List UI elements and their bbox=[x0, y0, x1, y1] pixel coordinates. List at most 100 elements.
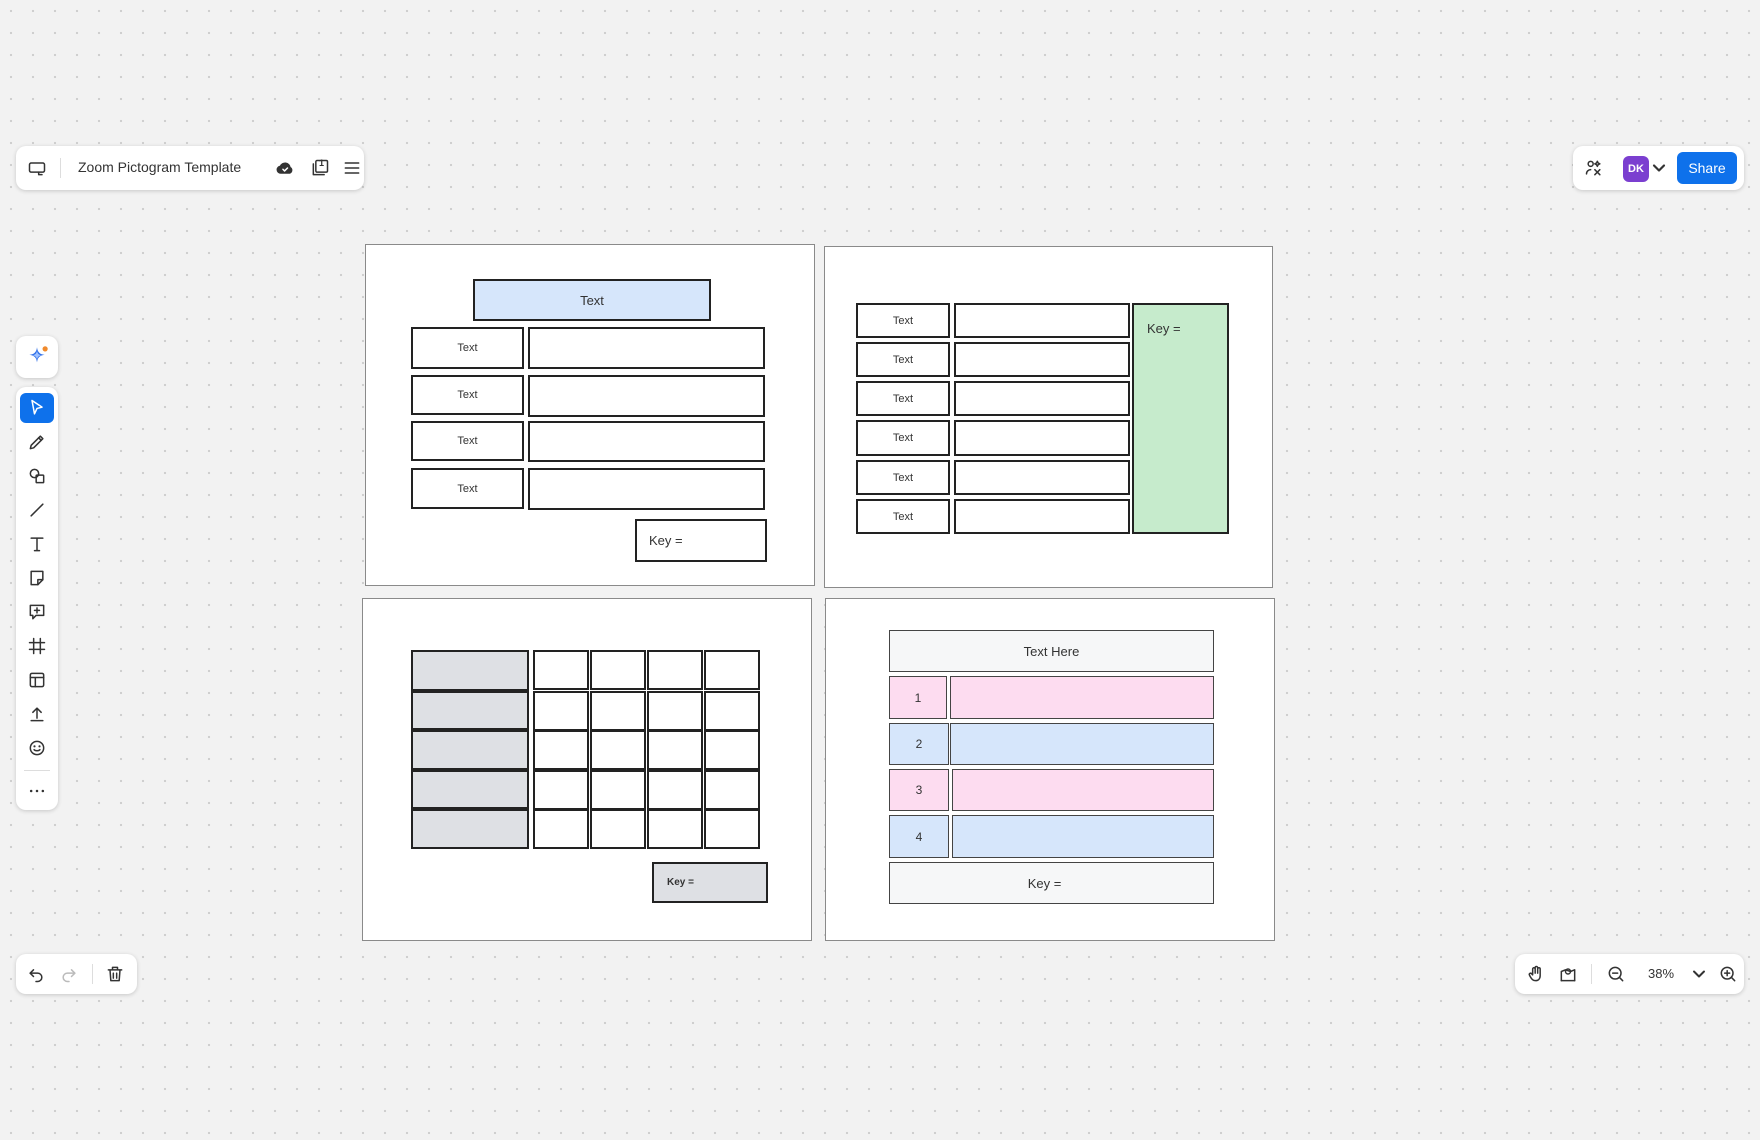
shapes-tool-icon[interactable] bbox=[20, 461, 54, 491]
pictogram-cell[interactable] bbox=[704, 691, 760, 731]
zoom-level[interactable]: 38% bbox=[1648, 966, 1674, 981]
title-box[interactable]: Text bbox=[473, 279, 711, 321]
pictogram-cell[interactable] bbox=[533, 809, 589, 849]
category-box[interactable] bbox=[411, 730, 529, 770]
more-tools-icon[interactable] bbox=[20, 776, 54, 806]
zoom-out-icon[interactable] bbox=[1599, 957, 1633, 991]
board-title[interactable]: Zoom Pictogram Template bbox=[78, 159, 241, 175]
pictogram-cell[interactable] bbox=[647, 770, 703, 810]
template-frame-1[interactable]: Text Text Text Text Text Key = bbox=[365, 244, 815, 586]
pictogram-cell[interactable] bbox=[647, 691, 703, 731]
chevron-down-icon[interactable] bbox=[1649, 151, 1669, 185]
row-label[interactable]: Text bbox=[856, 420, 950, 456]
pictogram-cell[interactable] bbox=[704, 770, 760, 810]
key-box[interactable]: Key = bbox=[1132, 303, 1229, 534]
pictogram-cell[interactable] bbox=[704, 809, 760, 849]
row-value-box[interactable] bbox=[950, 676, 1214, 719]
reaction-tool-icon[interactable] bbox=[20, 733, 54, 763]
pages-icon[interactable]: 1 bbox=[303, 151, 337, 185]
row-number[interactable]: 1 bbox=[889, 676, 947, 719]
row-label[interactable]: Text bbox=[411, 375, 524, 415]
category-box[interactable] bbox=[411, 691, 529, 730]
template-frame-2[interactable]: Text Text Text Text Text Text Key = bbox=[824, 246, 1273, 588]
pictogram-cell[interactable] bbox=[533, 770, 589, 810]
pen-tool-icon[interactable] bbox=[20, 427, 54, 457]
cloud-saved-icon[interactable] bbox=[268, 151, 302, 185]
row-value-box[interactable] bbox=[954, 381, 1130, 416]
hamburger-menu-icon[interactable] bbox=[340, 151, 364, 185]
frame-tool-icon[interactable] bbox=[20, 631, 54, 661]
comment-tool-icon[interactable] bbox=[20, 597, 54, 627]
row-value-box[interactable] bbox=[528, 327, 765, 369]
row-label[interactable]: Text bbox=[856, 342, 950, 377]
row-number[interactable]: 4 bbox=[889, 815, 949, 858]
follow-users-icon[interactable] bbox=[1577, 151, 1611, 185]
template-tool-icon[interactable] bbox=[20, 665, 54, 695]
pictogram-cell[interactable] bbox=[590, 770, 646, 810]
row-label[interactable]: Text bbox=[856, 303, 950, 338]
category-box[interactable] bbox=[411, 770, 529, 809]
row-value-box[interactable] bbox=[954, 499, 1130, 534]
undo-icon[interactable] bbox=[19, 957, 53, 991]
category-box[interactable] bbox=[411, 650, 529, 691]
row-value-box[interactable] bbox=[528, 421, 765, 462]
hand-pan-icon[interactable] bbox=[1519, 957, 1553, 991]
minimap-icon[interactable] bbox=[1551, 957, 1585, 991]
divider bbox=[60, 158, 61, 178]
key-box[interactable]: Key = bbox=[635, 519, 767, 562]
user-avatar[interactable]: DK bbox=[1623, 156, 1649, 182]
row-label[interactable]: Text bbox=[411, 327, 524, 369]
row-label[interactable]: Text bbox=[411, 468, 524, 509]
trash-icon[interactable] bbox=[98, 957, 132, 991]
row-label[interactable]: Text bbox=[856, 499, 950, 534]
row-value-box[interactable] bbox=[954, 342, 1130, 377]
history-panel bbox=[16, 954, 137, 994]
collaboration-bar: DK Share bbox=[1573, 146, 1744, 190]
row-value-box[interactable] bbox=[950, 723, 1214, 765]
select-tool-icon[interactable] bbox=[20, 393, 54, 423]
share-button[interactable]: Share bbox=[1677, 152, 1737, 184]
title-box[interactable]: Text Here bbox=[889, 630, 1214, 672]
chevron-down-icon[interactable] bbox=[1687, 957, 1711, 991]
row-number[interactable]: 3 bbox=[889, 769, 949, 811]
sticky-note-tool-icon[interactable] bbox=[20, 563, 54, 593]
redo-icon[interactable] bbox=[52, 957, 86, 991]
row-value-box[interactable] bbox=[954, 420, 1130, 456]
template-frame-3[interactable]: Key = bbox=[362, 598, 812, 941]
pictogram-cell[interactable] bbox=[590, 730, 646, 770]
row-value-box[interactable] bbox=[954, 460, 1130, 495]
row-value-box[interactable] bbox=[954, 303, 1130, 338]
pictogram-cell[interactable] bbox=[647, 730, 703, 770]
row-value-box[interactable] bbox=[528, 375, 765, 417]
pictogram-cell[interactable] bbox=[704, 730, 760, 770]
pictogram-cell[interactable] bbox=[590, 650, 646, 690]
board-menu-icon[interactable] bbox=[20, 151, 54, 185]
row-number[interactable]: 2 bbox=[889, 723, 949, 765]
category-box[interactable] bbox=[411, 809, 529, 849]
pictogram-cell[interactable] bbox=[590, 809, 646, 849]
row-value-box[interactable] bbox=[528, 468, 765, 510]
zoom-in-icon[interactable] bbox=[1711, 957, 1745, 991]
key-box[interactable]: Key = bbox=[652, 862, 768, 903]
pictogram-cell[interactable] bbox=[647, 809, 703, 849]
pictogram-cell[interactable] bbox=[704, 650, 760, 690]
pictogram-cell[interactable] bbox=[590, 691, 646, 731]
ai-companion-icon[interactable] bbox=[20, 340, 54, 374]
row-value-box[interactable] bbox=[952, 769, 1214, 811]
board-header: Zoom Pictogram Template 1 bbox=[16, 146, 364, 190]
row-label[interactable]: Text bbox=[411, 421, 524, 461]
row-label[interactable]: Text bbox=[856, 460, 950, 495]
upload-tool-icon[interactable] bbox=[20, 699, 54, 729]
pictogram-cell[interactable] bbox=[533, 650, 589, 690]
row-value-box[interactable] bbox=[952, 815, 1214, 858]
line-tool-icon[interactable] bbox=[20, 495, 54, 525]
row-label[interactable]: Text bbox=[856, 381, 950, 416]
key-box[interactable]: Key = bbox=[889, 862, 1214, 904]
divider bbox=[1591, 964, 1592, 984]
template-frame-4[interactable]: Text Here 1 2 3 4 Key = bbox=[825, 598, 1275, 941]
pictogram-cell[interactable] bbox=[533, 691, 589, 731]
text-tool-icon[interactable] bbox=[20, 529, 54, 559]
pictogram-cell[interactable] bbox=[647, 650, 703, 690]
tool-bar bbox=[16, 387, 58, 810]
pictogram-cell[interactable] bbox=[533, 730, 589, 770]
